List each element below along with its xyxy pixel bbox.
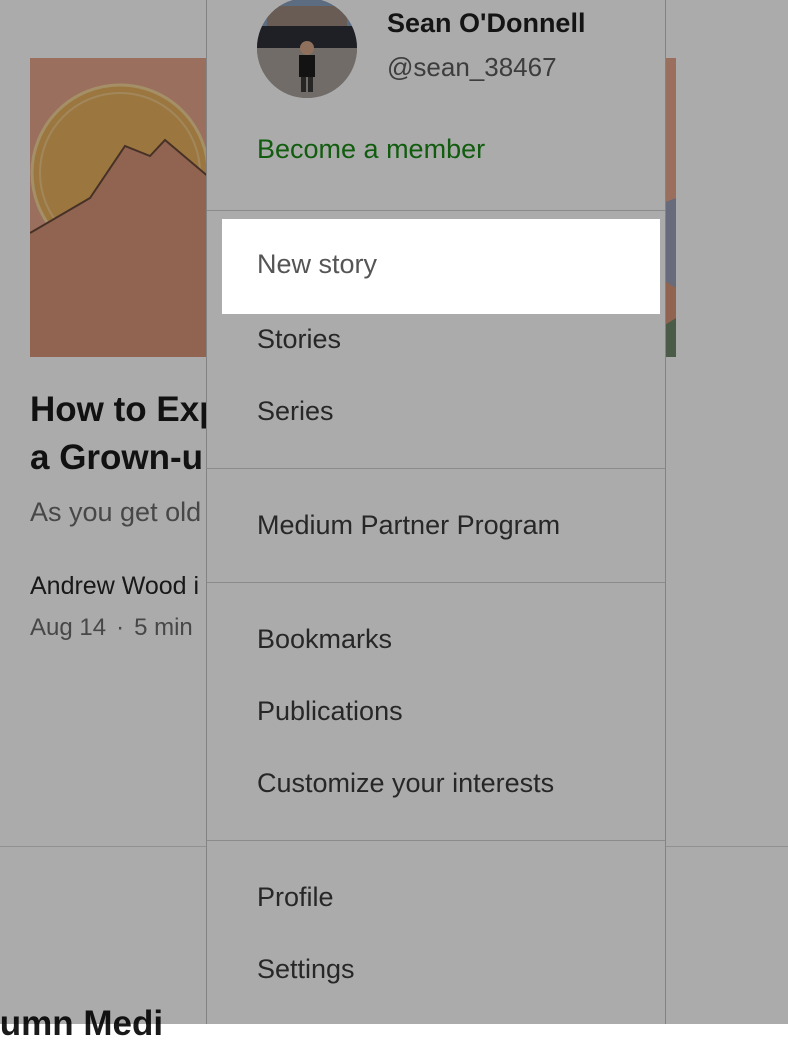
menu-item-bookmarks[interactable]: Bookmarks (257, 624, 392, 655)
menu-divider (207, 582, 665, 583)
menu-item-new-story-label: New story (257, 249, 378, 279)
menu-item-customize-interests[interactable]: Customize your interests (257, 768, 554, 799)
user-name: Sean O'Donnell (387, 8, 586, 38)
become-member-link[interactable]: Become a member (257, 134, 485, 165)
user-menu-drawer: Sean O'Donnell @sean_38467 Become a memb… (206, 0, 666, 1024)
avatar[interactable] (257, 0, 357, 98)
menu-item-settings[interactable]: Settings (257, 954, 355, 985)
menu-divider (207, 840, 665, 841)
menu-divider (207, 210, 665, 211)
user-handle: @sean_38467 (387, 52, 557, 82)
menu-divider (207, 468, 665, 469)
menu-item-partner-program[interactable]: Medium Partner Program (257, 510, 560, 541)
menu-item-new-story[interactable]: New story (222, 219, 660, 314)
menu-item-series[interactable]: Series (257, 396, 334, 427)
menu-item-stories[interactable]: Stories (257, 324, 341, 355)
menu-item-profile[interactable]: Profile (257, 882, 334, 913)
menu-item-publications[interactable]: Publications (257, 696, 403, 727)
